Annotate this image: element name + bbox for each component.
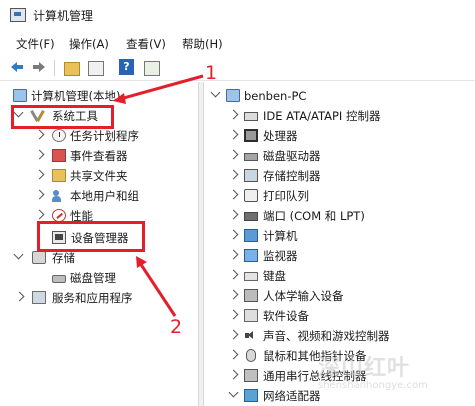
annotation-arrows bbox=[113, 74, 204, 317]
arrow-line-1 bbox=[119, 74, 204, 101]
watermark: 深山红叶 bbox=[318, 356, 411, 381]
step-number-1: 1 bbox=[205, 62, 218, 84]
step-number-2: 2 bbox=[170, 316, 183, 338]
arrowhead-1-icon bbox=[113, 93, 126, 104]
arrow-line-2 bbox=[138, 262, 177, 317]
watermark-url: shenshanhongye.com bbox=[318, 380, 428, 391]
